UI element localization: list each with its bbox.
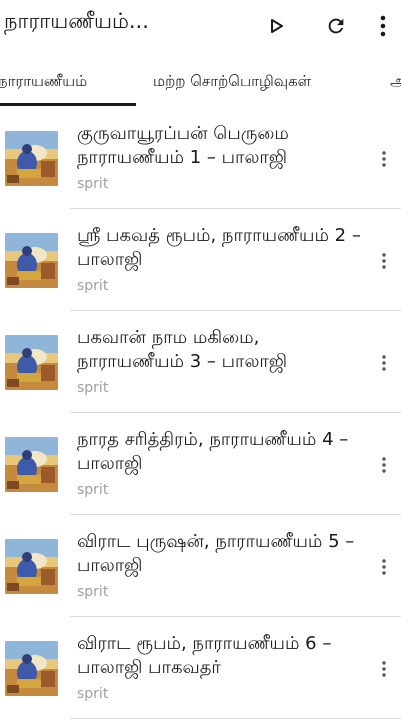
deity-image-icon (5, 641, 58, 696)
item-more-button[interactable] (372, 349, 396, 377)
more-vert-icon (380, 15, 386, 37)
deity-image-icon (5, 131, 58, 186)
episode-thumbnail (5, 641, 58, 696)
refresh-button[interactable] (316, 6, 356, 46)
app-bar: நாராயணீயம்... (0, 0, 401, 56)
episode-thumbnail (5, 335, 58, 390)
tab-narayaneeyam[interactable]: நாராயணீயம் (0, 56, 136, 107)
episode-thumbnail (5, 437, 58, 492)
more-vert-icon (382, 151, 386, 167)
deity-image-icon (5, 233, 58, 288)
episode-author: sprit (77, 278, 109, 294)
episode-author: sprit (77, 482, 109, 498)
item-more-button[interactable] (372, 451, 396, 479)
more-vert-icon (382, 355, 386, 371)
list-item[interactable]: ஸ்ரீ பகவத் ரூபம், நாராயணீயம் 2 – பாலாஜி … (0, 209, 401, 311)
episode-thumbnail (5, 539, 58, 594)
episode-author: sprit (77, 380, 109, 396)
tab-next[interactable]: அ (390, 56, 401, 107)
play-icon (271, 19, 283, 33)
item-more-button[interactable] (372, 247, 396, 275)
episode-title: பகவான் நாம மகிமை, நாராயணீயம் 3 – பாலாஜி (77, 327, 288, 372)
app-title: நாராயணீயம்... (4, 9, 149, 33)
more-vert-icon (382, 661, 386, 677)
item-more-button[interactable] (372, 145, 396, 173)
episode-list: குருவாயூரப்பன் பெருமை நாராயணீயம் 1 – பால… (0, 107, 401, 719)
more-vert-icon (382, 457, 386, 473)
list-item[interactable]: விராட ரூபம், நாராயணீயம் 6 – பாலாஜி பாகவத… (0, 617, 401, 719)
list-item[interactable]: நாரத சரித்திரம், நாராயணீயம் 4 – பாலாஜி s… (0, 413, 401, 515)
episode-title: நாரத சரித்திரம், நாராயணீயம் 4 – பாலாஜி (77, 429, 349, 474)
list-item[interactable]: பகவான் நாம மகிமை, நாராயணீயம் 3 – பாலாஜி … (0, 311, 401, 413)
play-button[interactable] (257, 6, 297, 46)
more-vert-icon (382, 559, 386, 575)
tab-bar: நாராயணீயம் மற்ற சொற்பொழிவுகள் அ (0, 56, 401, 107)
item-more-button[interactable] (372, 655, 396, 683)
episode-title: விராட புருஷன், நாராயணீயம் 5 – பாலாஜி (77, 531, 355, 576)
episode-thumbnail (5, 233, 58, 288)
overflow-menu-button[interactable] (363, 6, 401, 46)
episode-title: விராட ரூபம், நாராயணீயம் 6 – பாலாஜி பாகவத… (77, 633, 332, 678)
episode-author: sprit (77, 176, 109, 192)
deity-image-icon (5, 335, 58, 390)
episode-author: sprit (77, 584, 109, 600)
tab-other-lectures[interactable]: மற்ற சொற்பொழிவுகள் (153, 56, 311, 107)
deity-image-icon (5, 437, 58, 492)
episode-title: குருவாயூரப்பன் பெருமை நாராயணீயம் 1 – பால… (77, 123, 289, 168)
more-vert-icon (382, 253, 386, 269)
item-more-button[interactable] (372, 553, 396, 581)
episode-title: ஸ்ரீ பகவத் ரூபம், நாராயணீயம் 2 – பாலாஜி (77, 225, 361, 270)
episode-author: sprit (77, 686, 109, 702)
list-item[interactable]: விராட புருஷன், நாராயணீயம் 5 – பாலாஜி spr… (0, 515, 401, 617)
tab-indicator (0, 103, 136, 106)
list-item[interactable]: குருவாயூரப்பன் பெருமை நாராயணீயம் 1 – பால… (0, 107, 401, 209)
deity-image-icon (5, 539, 58, 594)
refresh-icon (328, 18, 344, 34)
divider (70, 718, 401, 719)
episode-thumbnail (5, 131, 58, 186)
